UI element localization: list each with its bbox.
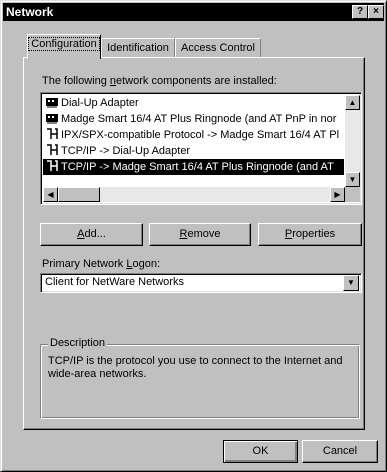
window-title: Network <box>6 5 54 19</box>
scroll-thumb[interactable] <box>58 187 100 202</box>
components-list[interactable]: Dial-Up Adapter Madge Smart 16/4 AT Plus… <box>40 92 362 205</box>
network-adapter-icon <box>46 114 58 124</box>
tab-identification[interactable]: Identification <box>101 38 175 59</box>
arrow-up-icon: ▲ <box>348 98 357 107</box>
vertical-scrollbar[interactable]: ▲ ▼ <box>345 95 360 187</box>
scroll-down-button[interactable]: ▼ <box>345 172 360 187</box>
arrow-right-icon: ▶ <box>334 190 341 199</box>
remove-button[interactable]: Remove <box>149 223 251 246</box>
scroll-right-button[interactable]: ▶ <box>330 187 345 202</box>
primary-logon-value: Client for NetWare Networks <box>45 276 184 288</box>
chevron-down-icon: ▼ <box>347 278 355 287</box>
components-label: The following network components are ins… <box>42 75 277 87</box>
primary-logon-label: Primary Network Logon: <box>42 258 160 270</box>
description-title: Description <box>48 337 108 349</box>
list-item[interactable]: TCP/IP -> Dial-Up Adapter <box>43 143 344 159</box>
scroll-up-button[interactable]: ▲ <box>345 95 360 110</box>
tab-access-control[interactable]: Access Control <box>175 38 261 59</box>
primary-logon-select[interactable]: Client for NetWare Networks ▼ <box>40 273 362 293</box>
protocol-icon <box>47 160 58 171</box>
description-text: TCP/IP is the protocol you use to connec… <box>48 355 343 380</box>
ok-button[interactable]: OK <box>223 440 298 463</box>
title-bar[interactable]: Network ? × <box>3 3 384 21</box>
close-icon: × <box>373 6 379 17</box>
protocol-icon <box>47 128 58 139</box>
tab-configuration[interactable]: Configuration <box>27 34 101 59</box>
list-item-selected[interactable]: TCP/IP -> Madge Smart 16/4 AT Plus Ringn… <box>43 159 344 175</box>
cancel-button[interactable]: Cancel <box>302 440 378 463</box>
network-adapter-icon <box>46 98 58 108</box>
arrow-down-icon: ▼ <box>348 175 357 184</box>
list-item[interactable]: Madge Smart 16/4 AT Plus Ringnode (and A… <box>43 111 344 127</box>
tab-label: Configuration <box>28 37 100 51</box>
tab-label: Identification <box>107 42 169 54</box>
scroll-left-button[interactable]: ◀ <box>43 187 58 202</box>
protocol-icon <box>47 144 58 155</box>
close-button[interactable]: × <box>368 5 384 19</box>
list-item[interactable]: Dial-Up Adapter <box>43 95 344 111</box>
scroll-corner <box>345 187 360 202</box>
help-button[interactable]: ? <box>352 5 368 19</box>
properties-button[interactable]: Properties <box>258 223 362 246</box>
help-icon: ? <box>356 6 364 17</box>
dropdown-button[interactable]: ▼ <box>343 275 359 291</box>
list-item[interactable]: IPX/SPX-compatible Protocol -> Madge Sma… <box>43 127 344 143</box>
add-button[interactable]: Add... <box>40 223 143 246</box>
horizontal-scrollbar[interactable]: ◀ ▶ <box>43 187 345 202</box>
tab-label: Access Control <box>181 42 255 54</box>
arrow-left-icon: ◀ <box>47 190 54 199</box>
